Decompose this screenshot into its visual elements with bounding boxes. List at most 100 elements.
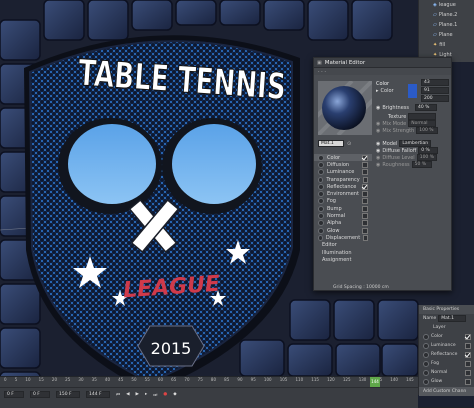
material-name-options-icon[interactable]: ⊙ [347, 141, 351, 147]
channel-item[interactable]: Glow [314, 227, 372, 234]
channel-checkbox[interactable] [363, 234, 368, 241]
object-label: league [438, 2, 456, 8]
channel-item[interactable]: Reflectance [314, 183, 372, 190]
attr-channel-checkbox[interactable] [465, 369, 471, 376]
play-icon[interactable]: ▶ [136, 392, 139, 397]
model-label: Model [382, 140, 398, 147]
channel-item[interactable]: Bump [314, 205, 372, 212]
channel-checkbox[interactable] [362, 183, 368, 190]
roughness-row: ◉ Roughness 50 % [376, 161, 449, 168]
channel-checkbox[interactable] [362, 169, 368, 176]
channel-item[interactable]: Luminance [314, 169, 372, 176]
radio-icon[interactable]: ◉ [376, 128, 380, 134]
channel-label: Fog [327, 198, 336, 205]
channel-item[interactable]: Environment [314, 190, 372, 198]
attr-channel-row[interactable]: Normal [419, 368, 474, 377]
channel-checkbox[interactable] [362, 176, 368, 183]
tick-label: 120 [327, 377, 335, 382]
attr-channel-checkbox[interactable] [465, 360, 471, 367]
plane-icon: ▱ [433, 22, 437, 28]
attr-channel-checkbox[interactable] [465, 333, 471, 340]
channel-checkbox[interactable] [362, 220, 368, 227]
mix-strength-field[interactable]: 100 % [416, 127, 439, 134]
radio-icon[interactable]: ◉ [376, 141, 380, 147]
channel-item[interactable]: Alpha [314, 220, 372, 227]
tick-label: 115 [311, 377, 319, 382]
illumination-link[interactable]: Illumination [314, 249, 372, 256]
timeline-ruler[interactable]: 0 5 10 15 20 25 30 35 40 45 50 55 60 65 … [0, 377, 418, 388]
channel-item[interactable]: Normal [314, 212, 372, 220]
current-frame-marker[interactable]: 144 [370, 377, 380, 387]
attr-channel-checkbox[interactable] [465, 378, 471, 385]
diffuse-level-label: Diffuse Level [382, 154, 415, 161]
object-item[interactable]: ▱ Plane.1 [419, 20, 474, 30]
channel-item[interactable]: Transparency [314, 176, 372, 183]
material-editor-window[interactable]: ▣ Material Editor · · · Mat.1 ⊙ Color Di… [296, 57, 452, 291]
material-name-field[interactable]: Mat.1 [318, 140, 344, 147]
object-item[interactable]: ✦ fill [419, 40, 474, 50]
channel-checkbox[interactable] [362, 198, 368, 205]
record-icon[interactable]: ● [163, 392, 167, 397]
mix-mode-select[interactable]: Normal [408, 120, 437, 127]
start-frame-field[interactable]: 0 F [4, 391, 24, 398]
go-to-end-icon[interactable]: ⏭ [153, 392, 157, 398]
attr-channel-row[interactable]: Fog [419, 359, 474, 368]
channel-dot-icon [318, 234, 323, 241]
radio-icon[interactable]: ◉ [376, 105, 380, 111]
tick-label: 60 [157, 377, 163, 382]
model-select[interactable]: Lambertian [399, 140, 432, 147]
attr-channel-row[interactable]: Glow [419, 377, 474, 386]
channel-checkbox[interactable] [362, 205, 368, 212]
attr-channel-checkbox[interactable] [465, 342, 471, 349]
expand-arrow-icon[interactable]: ▸ [376, 88, 379, 94]
material-preview[interactable] [296, 79, 394, 137]
step-back-icon[interactable]: ◀ [126, 392, 129, 397]
radio-icon[interactable]: ◉ [376, 162, 380, 168]
menu-dots[interactable]: · · · [318, 69, 326, 75]
object-manager: ◈ league ▱ Plane.2 ▱ Plane.1 ▱ Plane ✦ fill ✦… [418, 0, 474, 62]
material-editor-titlebar[interactable]: ▣ Material Editor [314, 58, 451, 68]
blue-field[interactable]: 200 [421, 95, 449, 102]
keyframe-icon[interactable]: ◆ [173, 392, 176, 397]
radio-icon[interactable]: ◉ [376, 121, 380, 127]
step-forward-icon[interactable]: ▸ [145, 392, 147, 397]
attr-channel-checkbox[interactable] [465, 351, 471, 358]
diffuse-falloff-field[interactable]: 0 % [418, 147, 439, 154]
red-field[interactable]: 43 [421, 79, 449, 86]
radio-icon[interactable]: ◉ [376, 148, 380, 154]
texture-field[interactable] [408, 113, 437, 120]
channel-item[interactable]: Diffusion [314, 161, 372, 168]
mix-strength-row: ◉ Mix Strength 100 % [376, 127, 449, 134]
green-field[interactable]: 91 [421, 87, 449, 94]
brightness-field[interactable]: 40 % [415, 104, 438, 111]
channel-checkbox[interactable] [362, 191, 368, 198]
add-custom-channel-button[interactable]: Add Custom Chann [419, 387, 474, 396]
end-frame-field[interactable]: 144 F [86, 391, 110, 398]
attr-channel-row[interactable]: Luminance [419, 341, 474, 350]
attr-channel-row[interactable]: Color [419, 332, 474, 341]
assignment-link[interactable]: Assignment [314, 256, 372, 263]
go-to-start-icon[interactable]: ⏮ [116, 392, 120, 398]
channel-checkbox[interactable] [362, 154, 368, 161]
preview-start-field[interactable]: 0 F [30, 391, 50, 398]
channel-item[interactable]: Displacement [314, 234, 372, 241]
roughness-field[interactable]: 50 % [411, 161, 432, 168]
editor-link[interactable]: Editor [314, 242, 372, 249]
object-item[interactable]: ▱ Plane [419, 30, 474, 40]
channel-label: Glow [327, 227, 340, 234]
preview-end-field[interactable]: 150 F [56, 391, 80, 398]
tick-label: 90 [237, 377, 243, 382]
radio-icon[interactable]: ◉ [376, 155, 380, 161]
object-item[interactable]: ◈ league [419, 0, 474, 10]
diffuse-level-field[interactable]: 100 % [416, 154, 437, 161]
channel-checkbox[interactable] [362, 227, 368, 234]
texture-row: Texture [376, 113, 449, 120]
channel-item[interactable]: Color [314, 154, 372, 162]
color-swatch[interactable] [407, 83, 417, 98]
name-field[interactable]: Mat.1 [438, 315, 467, 322]
channel-checkbox[interactable] [362, 213, 368, 220]
object-item[interactable]: ▱ Plane.2 [419, 10, 474, 20]
attr-channel-row[interactable]: Reflectance [419, 350, 474, 359]
channel-checkbox[interactable] [362, 161, 368, 168]
channel-item[interactable]: Fog [314, 198, 372, 205]
